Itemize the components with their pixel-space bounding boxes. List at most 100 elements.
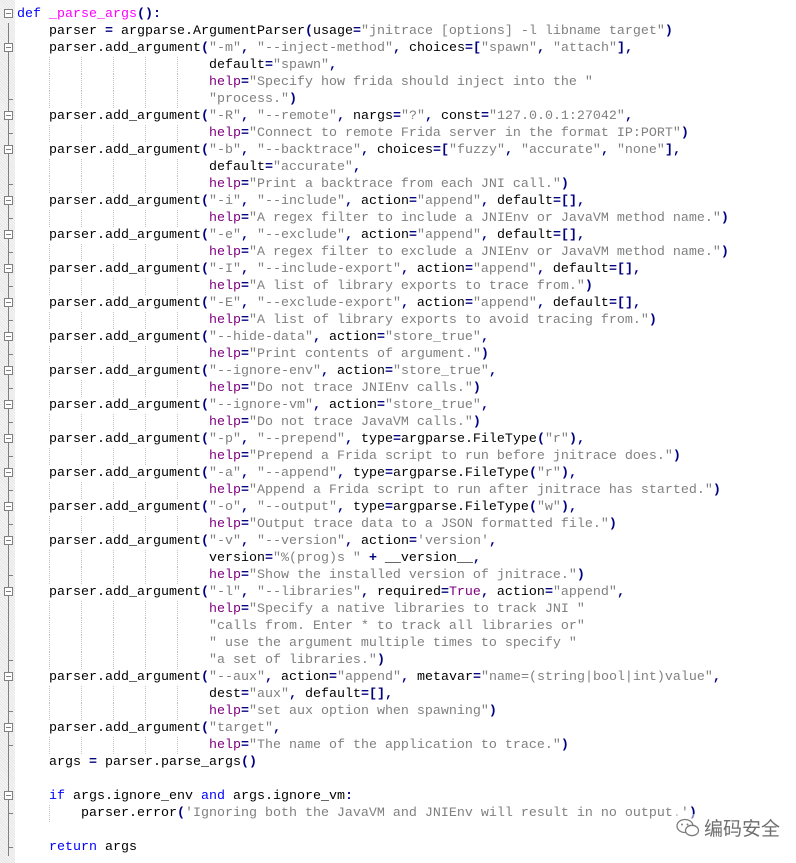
code-line[interactable]: help="Append a Frida script to run after… xyxy=(0,482,796,499)
code-line[interactable]: help="Specify how frida should inject in… xyxy=(0,74,796,91)
fold-toggle-icon[interactable] xyxy=(4,434,13,443)
code-line[interactable]: "calls from. Enter * to track all librar… xyxy=(0,618,796,635)
fold-toggle-icon[interactable] xyxy=(4,723,13,732)
code-line[interactable]: parser.add_argument("-l", "--libraries",… xyxy=(0,584,796,601)
fold-toggle-icon[interactable] xyxy=(4,298,13,307)
code-line[interactable]: parser.add_argument("-o", "--output", ty… xyxy=(0,499,796,516)
operator: ( xyxy=(200,398,209,413)
operator: , xyxy=(600,143,609,158)
code-line[interactable]: " use the argument multiple times to spe… xyxy=(0,635,796,652)
fold-toggle-icon[interactable] xyxy=(4,502,13,511)
fold-toggle-icon[interactable] xyxy=(4,536,13,545)
code-line[interactable]: if args.ignore_env and args.ignore_vm: xyxy=(0,788,796,805)
string-literal: "127.0.0.1:27042" xyxy=(488,109,625,124)
code-text: help="Output trace data to a JSON format… xyxy=(17,516,617,533)
code-line[interactable]: help="A list of library exports to avoid… xyxy=(0,312,796,329)
operator: = xyxy=(376,398,385,413)
code-line[interactable]: parser.add_argument("-I", "--include-exp… xyxy=(0,261,796,278)
code-line[interactable]: parser.add_argument("-v", "--version", a… xyxy=(0,533,796,550)
fold-toggle-icon[interactable] xyxy=(4,366,13,375)
string-literal: "process." xyxy=(208,92,289,107)
code-line[interactable]: def _parse_args(): xyxy=(0,6,796,23)
fold-toggle-icon[interactable] xyxy=(4,196,13,205)
operator: + xyxy=(368,551,377,566)
plain-token: parser.add_argument xyxy=(17,534,201,549)
operator: ( xyxy=(200,262,209,277)
code-line[interactable]: help="A regex filter to exclude a JNIEnv… xyxy=(0,244,796,261)
code-line[interactable]: "a set of libraries.") xyxy=(0,652,796,669)
operator: = xyxy=(352,24,361,39)
fold-end-marker xyxy=(8,286,13,287)
fold-toggle-icon[interactable] xyxy=(4,468,13,477)
operator: = xyxy=(608,262,617,277)
code-line[interactable]: help="A regex filter to include a JNIEnv… xyxy=(0,210,796,227)
code-line[interactable]: version="%(prog)s " + __version__, xyxy=(0,550,796,567)
code-line[interactable]: parser.add_argument("--hide-data", actio… xyxy=(0,329,796,346)
code-line[interactable]: parser.add_argument("-p", "--prepend", t… xyxy=(0,431,796,448)
code-line[interactable]: parser.add_argument("--aux", action="app… xyxy=(0,669,796,686)
operator: ) xyxy=(472,415,481,430)
code-line[interactable]: default="spawn", xyxy=(0,57,796,74)
operator: , xyxy=(384,687,393,702)
fold-toggle-icon[interactable] xyxy=(4,264,13,273)
code-line[interactable]: parser = argparse.ArgumentParser(usage="… xyxy=(0,23,796,40)
fold-toggle-icon[interactable] xyxy=(4,332,13,341)
plain-token: parser.add_argument xyxy=(17,194,201,209)
code-line[interactable]: parser.add_argument("-e", "--exclude", a… xyxy=(0,227,796,244)
code-line[interactable]: help="Prepend a Frida script to run befo… xyxy=(0,448,796,465)
plain-token: default xyxy=(544,262,609,277)
code-line[interactable]: help="A list of library exports to trace… xyxy=(0,278,796,295)
code-line[interactable]: help="set aux option when spawning") xyxy=(0,703,796,720)
code-line[interactable]: help="Print a backtrace from each JNI ca… xyxy=(0,176,796,193)
code-line[interactable]: parser.add_argument("--ignore-env", acti… xyxy=(0,363,796,380)
code-line[interactable]: parser.add_argument("-E", "--exclude-exp… xyxy=(0,295,796,312)
code-line[interactable]: parser.add_argument("-i", "--include", a… xyxy=(0,193,796,210)
fold-toggle-icon[interactable] xyxy=(4,230,13,239)
fold-end-marker xyxy=(8,813,13,814)
fold-toggle-icon[interactable] xyxy=(4,145,13,154)
keyword: def xyxy=(17,7,41,22)
operator: ) xyxy=(608,517,617,532)
fold-toggle-icon[interactable] xyxy=(4,672,13,681)
code-line[interactable]: help="Do not trace JavaVM calls.") xyxy=(0,414,796,431)
fold-toggle-icon[interactable] xyxy=(4,111,13,120)
code-line[interactable]: parser.add_argument("-b", "--backtrace",… xyxy=(0,142,796,159)
fold-toggle-icon[interactable] xyxy=(4,400,13,409)
code-line[interactable]: args = parser.parse_args() xyxy=(0,754,796,771)
fold-toggle-icon[interactable] xyxy=(4,791,13,800)
code-line[interactable]: help="Do not trace JNIEnv calls.") xyxy=(0,380,796,397)
code-line[interactable]: help="Specify a native libraries to trac… xyxy=(0,601,796,618)
operator: = xyxy=(608,296,617,311)
fold-end-marker xyxy=(8,847,13,848)
code-line[interactable]: default="accurate", xyxy=(0,159,796,176)
code-line[interactable]: help="The name of the application to tra… xyxy=(0,737,796,754)
fold-toggle-icon[interactable] xyxy=(4,587,13,596)
operator: ] xyxy=(624,296,633,311)
code-line[interactable]: dest="aux", default=[], xyxy=(0,686,796,703)
code-line[interactable] xyxy=(0,771,796,788)
fold-end-marker xyxy=(8,490,13,491)
operator: ( xyxy=(200,194,209,209)
code-line[interactable]: help="Connect to remote Frida server in … xyxy=(0,125,796,142)
code-line[interactable]: "process.") xyxy=(0,91,796,108)
code-line[interactable]: help="Output trace data to a JSON format… xyxy=(0,516,796,533)
code-line[interactable]: help="Show the installed version of jnit… xyxy=(0,567,796,584)
code-line[interactable]: parser.add_argument("-R", "--remote", na… xyxy=(0,108,796,125)
fold-toggle-icon[interactable] xyxy=(4,9,13,18)
code-line[interactable]: help="Print contents of argument.") xyxy=(0,346,796,363)
code-line[interactable]: parser.add_argument("target", xyxy=(0,720,796,737)
code-line[interactable]: parser.add_argument("-m", "--inject-meth… xyxy=(0,40,796,57)
operator: , xyxy=(424,109,433,124)
fold-toggle-icon[interactable] xyxy=(4,43,13,52)
code-text: help="A list of library exports to trace… xyxy=(17,278,593,295)
code-editor[interactable]: def _parse_args(): parser = argparse.Arg… xyxy=(0,6,796,856)
operator: , xyxy=(536,262,545,277)
string-literal: "--libraries" xyxy=(256,585,361,600)
code-line[interactable]: parser.add_argument("-a", "--append", ty… xyxy=(0,465,796,482)
code-line[interactable]: return args xyxy=(0,839,796,856)
operator: , xyxy=(536,296,545,311)
code-line[interactable]: parser.add_argument("--ignore-vm", actio… xyxy=(0,397,796,414)
plain-token: parser.add_argument xyxy=(17,500,201,515)
